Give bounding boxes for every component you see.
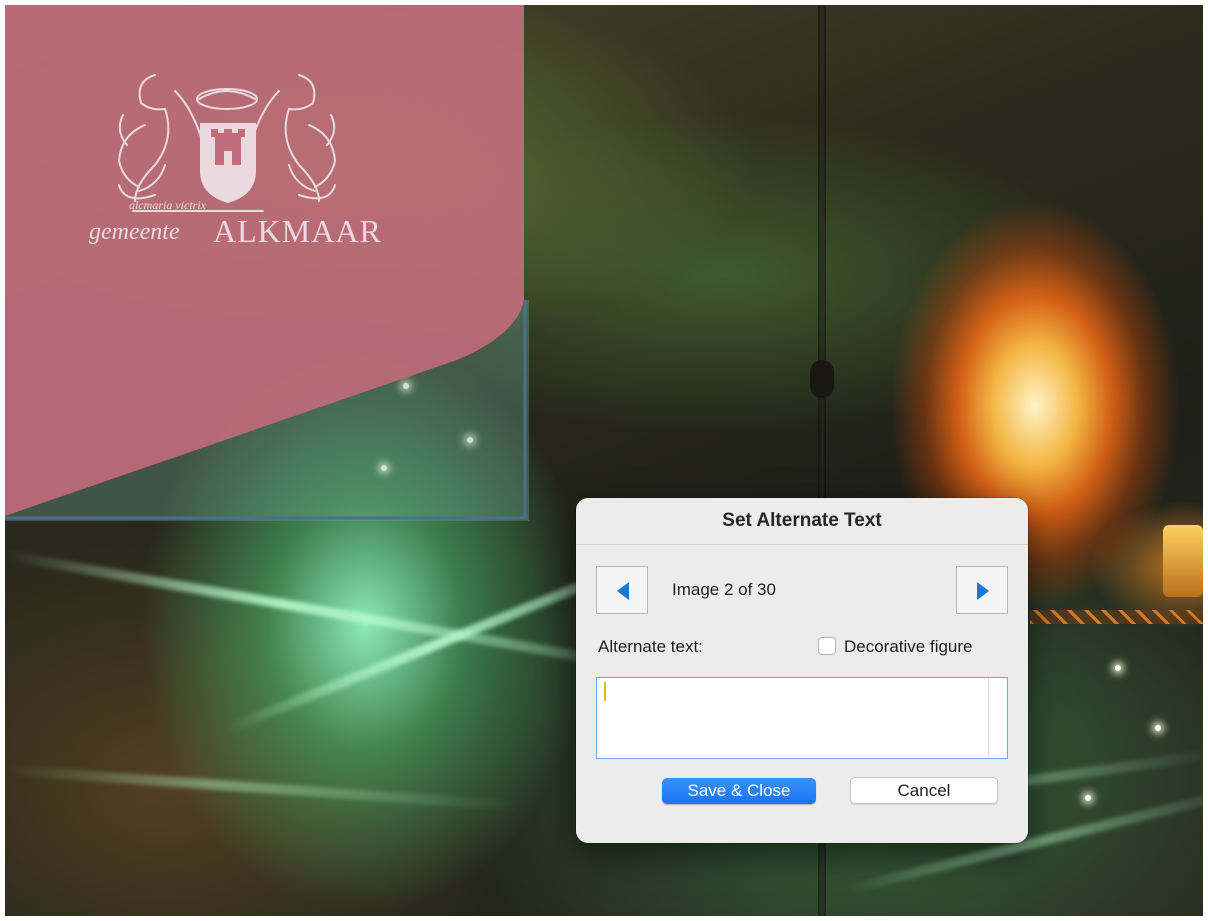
alternate-text-input[interactable] [596, 677, 1008, 759]
image-counter: Image 2 of 30 [672, 580, 776, 599]
dialog-title: Set Alternate Text [576, 498, 1028, 545]
stage-truss [1030, 610, 1203, 624]
brand-prefix: gemeente [89, 219, 180, 245]
firework-sparkle [1115, 665, 1121, 671]
alkmaar-brand-panel [5, 5, 529, 521]
brand-name: ALKMAAR [213, 213, 382, 249]
triangle-left-icon [617, 582, 629, 600]
firework-sparkle [1085, 795, 1091, 801]
decorative-figure-label[interactable]: Decorative figure [844, 637, 973, 657]
previous-image-button[interactable] [596, 566, 648, 614]
set-alternate-text-dialog: Set Alternate Text Image 2 of 30 Alterna… [576, 498, 1028, 843]
alkmaar-coat-of-arms-icon [5, 5, 529, 521]
next-image-button[interactable] [956, 566, 1008, 614]
firework-sparkle [1155, 725, 1161, 731]
brand-motto: alcmaria victrix [129, 198, 206, 212]
decorative-figure-checkbox[interactable] [818, 637, 836, 655]
triangle-right-icon [977, 582, 989, 600]
save-and-close-button[interactable]: Save & Close [662, 778, 816, 804]
stage-lamp [1163, 525, 1203, 597]
stage-pole-knob [810, 360, 834, 398]
cancel-button[interactable]: Cancel [850, 777, 998, 804]
laser-beam [5, 765, 525, 812]
textarea-scrollbar[interactable] [988, 678, 989, 758]
text-caret [604, 682, 606, 701]
alternate-text-label: Alternate text: [598, 637, 703, 656]
